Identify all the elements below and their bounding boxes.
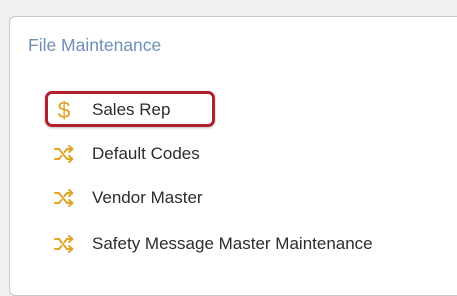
menu-item-vendor-master[interactable]: Vendor Master (52, 182, 203, 214)
menu-item-label: Safety Message Master Maintenance (92, 234, 373, 253)
menu-item-label: Sales Rep (92, 100, 171, 119)
shuffle-icon (52, 186, 76, 210)
menu-item-safety-message-master[interactable]: Safety Message Master Maintenance (52, 228, 373, 260)
menu-item-default-codes[interactable]: Default Codes (52, 138, 200, 170)
dollar-icon: $ (52, 98, 76, 122)
menu-item-label: Default Codes (92, 144, 200, 163)
menu-item-label: Vendor Master (92, 188, 203, 207)
menu-item-sales-rep[interactable]: $ Sales Rep (52, 94, 171, 126)
shuffle-icon (52, 142, 76, 166)
shuffle-icon (52, 232, 76, 256)
svg-text:$: $ (58, 98, 71, 122)
section-title: File Maintenance (28, 35, 162, 55)
